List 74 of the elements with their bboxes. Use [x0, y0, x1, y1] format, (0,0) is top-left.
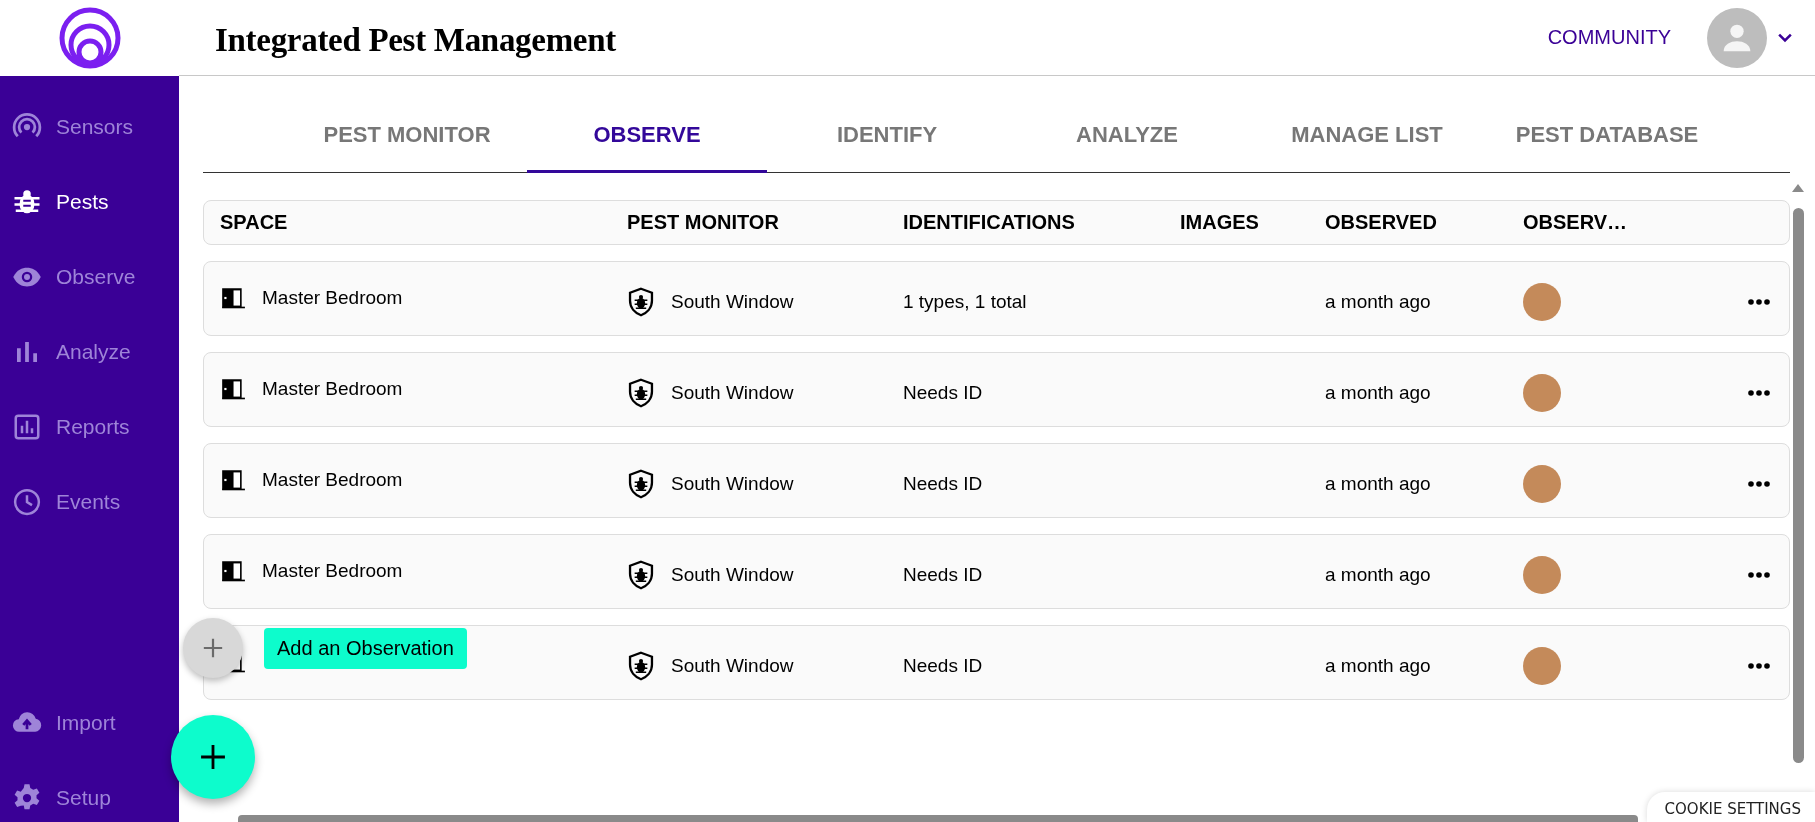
shield-bug-icon — [627, 560, 655, 590]
tab[interactable]: MANAGE LIST — [1247, 76, 1487, 173]
table-row[interactable]: Master Bedroom South Window Needs ID a month ago — [203, 533, 1790, 609]
nav-item[interactable]: Import — [0, 685, 128, 760]
tab[interactable]: ANALYZE — [1007, 76, 1247, 173]
door-icon — [220, 376, 246, 402]
tab[interactable]: IDENTIFY — [767, 76, 1007, 173]
plus-icon — [202, 637, 224, 659]
space-name: Master Bedroom — [262, 287, 403, 309]
shield-bug-icon — [627, 469, 655, 499]
avatar — [1523, 465, 1561, 503]
door-icon — [220, 558, 246, 584]
app-title: Integrated Pest Management — [215, 22, 616, 59]
column-header: SPACE — [220, 210, 289, 234]
table-row[interactable]: Master Bedroom South Window 1 types, 1 total a month ago — [203, 260, 1790, 336]
avatar — [1523, 374, 1561, 412]
space-name: Master Bedroom — [262, 560, 403, 582]
nav-item[interactable]: Analyze — [0, 314, 143, 389]
avatar — [1523, 556, 1561, 594]
pest-monitor-name: South Window — [671, 564, 794, 586]
shield-bug-icon — [627, 287, 655, 317]
table-row[interactable]: Master Bedroom South Window Needs ID a month ago — [203, 442, 1790, 518]
identification-summary: Needs ID — [903, 473, 983, 495]
shield-bug-icon — [627, 651, 655, 681]
door-icon — [220, 467, 246, 493]
column-header: PEST MONITOR — [627, 210, 780, 234]
column-header: IMAGES — [1180, 210, 1260, 234]
plus-icon — [200, 744, 226, 770]
community-link[interactable]: COMMUNITY — [1547, 26, 1671, 49]
observed-time: a month ago — [1325, 382, 1431, 404]
identification-summary: 1 types, 1 total — [903, 291, 1027, 313]
observed-time: a month ago — [1325, 564, 1431, 586]
column-header: IDENTIFICATIONS — [903, 210, 1076, 234]
more-icon[interactable] — [1747, 389, 1771, 397]
space-name: Master Bedroom — [262, 378, 403, 400]
avatar — [1523, 283, 1561, 321]
tab[interactable]: PEST MONITOR — [287, 76, 527, 173]
add-button[interactable] — [171, 715, 255, 799]
nav-item[interactable]: Pests — [0, 164, 121, 239]
pest-monitor-name: South Window — [671, 291, 794, 313]
pest-monitor-name: South Window — [671, 473, 794, 495]
tab[interactable]: OBSERVE — [527, 76, 767, 173]
table-row[interactable]: Master Bedroom South Window Needs ID a month ago — [203, 351, 1790, 427]
tab[interactable]: PEST DATABASE — [1487, 76, 1727, 173]
nav-item[interactable]: Observe — [0, 239, 148, 314]
avatar — [1523, 647, 1561, 685]
identification-summary: Needs ID — [903, 564, 983, 586]
rings-logo — [58, 7, 121, 69]
door-icon — [220, 285, 246, 311]
more-icon[interactable] — [1747, 662, 1771, 670]
nav-item[interactable]: Reports — [0, 389, 142, 464]
more-icon[interactable] — [1747, 480, 1771, 488]
observed-time: a month ago — [1325, 655, 1431, 677]
column-header: OBSERV… — [1523, 210, 1629, 234]
nav-item[interactable]: Sensors — [0, 89, 146, 164]
more-icon[interactable] — [1747, 298, 1771, 306]
scrollbar[interactable] — [1793, 208, 1804, 763]
identification-summary: Needs ID — [903, 382, 983, 404]
space-name: Master Bedroom — [262, 469, 403, 491]
nav-item[interactable]: Events — [0, 464, 133, 539]
shield-bug-icon — [627, 378, 655, 408]
identification-summary: Needs ID — [903, 655, 983, 677]
tooltip: Add an Observation — [264, 628, 467, 669]
clock-icon — [12, 486, 42, 517]
scrollbar[interactable] — [238, 815, 1638, 822]
nav-item[interactable]: Setup — [0, 760, 123, 822]
pest-monitor-name: South Window — [671, 382, 794, 404]
observed-time: a month ago — [1325, 473, 1431, 495]
more-icon[interactable] — [1747, 571, 1771, 579]
pest-monitor-name: South Window — [671, 655, 794, 677]
observed-time: a month ago — [1325, 291, 1431, 313]
scroll-up-icon — [1792, 184, 1804, 192]
cookie-settings-button[interactable]: COOKIE SETTINGS — [1646, 792, 1815, 822]
column-header: OBSERVED — [1325, 210, 1438, 234]
